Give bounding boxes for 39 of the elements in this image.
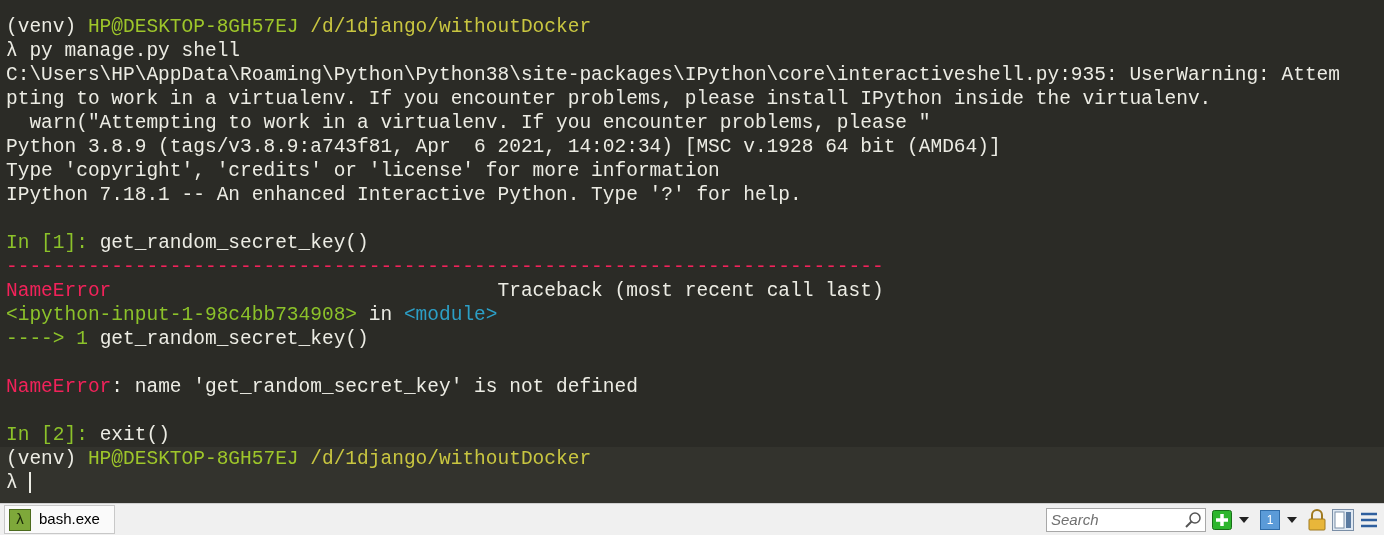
error-text: NameError [6,279,112,303]
caret-icon[interactable] [1286,515,1298,524]
terminal-text: IPython 7.18.1 -- An enhanced Interactive Python. Type '?' for help. [6,183,802,207]
prompt-path: /d/1django/withoutDocker [309,15,592,39]
prompt-text: ----> 1 [6,327,89,351]
terminal-text: Type 'copyright', 'credits' or 'license' for more information [6,159,720,183]
add-icon[interactable] [1212,509,1232,530]
prompt-text: <ipython-input-1-98c4bb734908> [6,303,358,327]
terminal-text: C:\Users\HP\AppData\Roaming\Python\Python38\site-packages\IPython\core\interactiveshell.py:935: UserWarning: Attem [6,63,1341,87]
terminal-text: λ py manage.py shell [6,39,241,63]
prompt-host: HP@DESKTOP-8GH57EJ [87,15,299,39]
search-field[interactable]: Search [1046,507,1206,532]
text-cursor [29,472,32,493]
terminal-text: λ [6,471,19,495]
search-icon [1184,510,1202,529]
lock-icon[interactable] [1308,508,1326,531]
module-text: <module> [403,303,498,327]
prompt-text: In [1]: [6,231,89,255]
terminal-text: warn("Attempting to work in a virtualenv. If you encounter problems, please " [28,111,931,135]
prompt-path: /d/1django/withoutDocker [309,447,592,471]
terminal-text: (venv) [6,15,78,39]
terminal-text: pting to work in a virtualenv. If you encounter problems, please install IPython inside the virtualenv. [6,87,1212,111]
terminal-text: get_random_secret_key() [99,231,369,255]
error-text: NameError [6,375,112,399]
split-panel-icon[interactable] [1332,508,1354,531]
terminal-text: Python 3.8.9 (tags/v3.8.9:a743f81, Apr 6 2021, 14:02:34) [MSC v.1928 64 bit (AMD64)] [6,135,1001,159]
terminal-text: in [367,303,394,327]
prompt-host: HP@DESKTOP-8GH57EJ [87,447,299,471]
caret-icon[interactable] [1238,515,1250,524]
prompt-text: In [2]: [6,423,89,447]
terminal-text: Traceback (most recent call last) [496,279,884,303]
menu-icon[interactable] [1360,510,1378,529]
lambda-icon: λ [9,508,31,531]
console-tab[interactable]: λ bash.exe [4,505,115,534]
terminal-text: get_random_secret_key() [99,327,369,351]
error-text: --------------------------------------------------------------------------- [6,255,884,279]
terminal-text: (venv) [6,447,78,471]
terminal-text: exit() [99,423,170,447]
terminal-text: : name 'get_random_secret_key' is not defined [111,375,638,399]
